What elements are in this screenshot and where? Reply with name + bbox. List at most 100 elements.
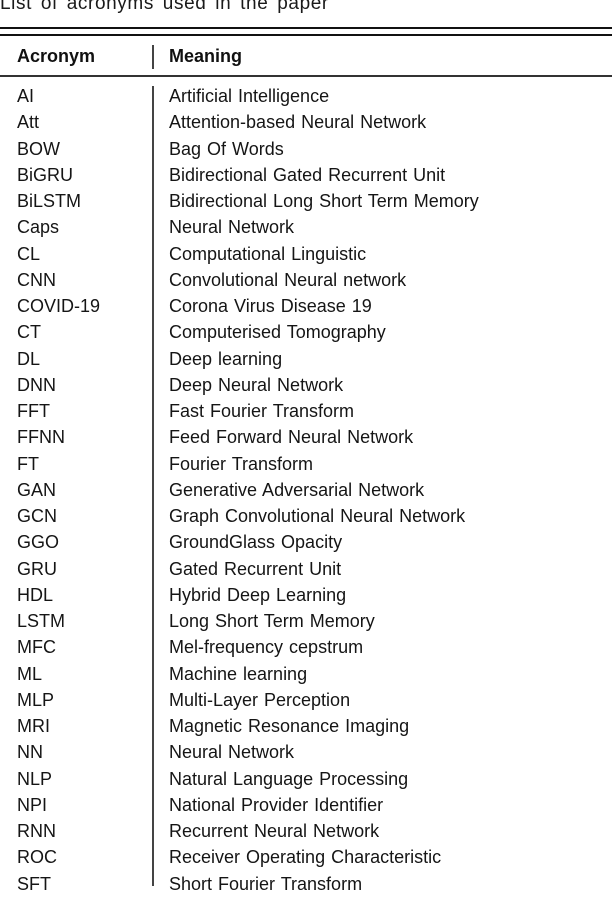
acronym-cell: FFNN [17, 427, 65, 448]
meaning-cell: Feed Forward Neural Network [169, 427, 414, 448]
table-row: FFT Fast Fourier Transform [0, 400, 612, 426]
table-row: CNN Convolutional Neural network [0, 269, 612, 295]
meaning-cell: Hybrid Deep Learning [169, 584, 347, 605]
acronym-cell: DL [17, 348, 41, 369]
table-row: CT Computerised Tomography [0, 321, 612, 347]
acronym-cell: GGO [17, 532, 60, 553]
acronym-cell: COVID-19 [17, 296, 101, 316]
table-row: ML Machine learning [0, 663, 612, 689]
table-row: MRI Magnetic Resonance Imaging [0, 715, 612, 741]
meaning-cell: Convolutional Neural network [169, 269, 407, 290]
meaning-cell: Bag Of Words [169, 138, 284, 159]
meaning-cell: Bidirectional Gated Recurrent Unit [169, 164, 446, 185]
acronym-cell: DNN [17, 374, 56, 395]
table-row: COVID-19 Corona Virus Disease 19 [0, 295, 612, 321]
header-bottom-rule [0, 75, 612, 77]
table-row: GAN Generative Adversarial Network [0, 479, 612, 505]
table-row: CL Computational Linguistic [0, 243, 612, 269]
meaning-cell: Bidirectional Long Short Term Memory [169, 191, 479, 211]
header-acronym: Acronym [17, 46, 96, 66]
table-row: HDL Hybrid Deep Learning [0, 584, 612, 610]
meaning-cell: Generative Adversarial Network [169, 479, 425, 500]
table-row: NN Neural Network [0, 741, 612, 767]
meaning-cell: Neural Network [169, 742, 295, 763]
acronym-cell: CL [17, 243, 41, 264]
acronym-cell: GRU [17, 558, 57, 579]
meaning-cell: Recurrent Neural Network [169, 821, 380, 841]
table-row: DNN Deep Neural Network [0, 374, 612, 400]
acronym-cell: RNN [17, 821, 56, 841]
table-row: NLP Natural Language Processing [0, 768, 612, 794]
acronym-cell: NLP [17, 768, 53, 789]
acronym-cell: LSTM [17, 611, 66, 631]
acronym-cell: MFC [17, 637, 56, 658]
meaning-cell: Multi-Layer Perception [169, 689, 351, 710]
meaning-cell: Gated Recurrent Unit [169, 558, 342, 579]
meaning-cell: Graph Convolutional Neural Network [169, 506, 466, 526]
acronym-cell: FFT [17, 401, 50, 421]
table-row: FT Fourier Transform [0, 453, 612, 479]
acronym-cell: MLP [17, 689, 55, 710]
table-header-row: Acronym Meaning [0, 36, 612, 75]
acronym-cell: SFT [17, 873, 51, 894]
acronym-cell: MRI [17, 716, 50, 736]
acronym-cell: GAN [17, 479, 57, 500]
table-row: BOW Bag Of Words [0, 138, 612, 164]
meaning-cell: Corona Virus Disease 19 [169, 296, 372, 316]
table-row: SFT Short Fourier Transform [0, 873, 612, 899]
meaning-cell: Deep learning [169, 348, 283, 369]
acronym-cell: AI [17, 86, 35, 106]
meaning-cell: Deep Neural Network [169, 374, 344, 395]
acronym-cell: BiLSTM [17, 191, 82, 211]
table-caption: List of acronyms used in the paper [0, 0, 329, 14]
acronym-cell: Att [17, 112, 40, 133]
table-row: BiGRU Bidirectional Gated Recurrent Unit [0, 164, 612, 190]
table-row: AI Artificial Intelligence [0, 85, 612, 111]
acronym-cell: NPI [17, 794, 48, 815]
acronym-cell: CT [17, 322, 41, 343]
table-row: MFC Mel-frequency cepstrum [0, 636, 612, 662]
table-row: MLP Multi-Layer Perception [0, 689, 612, 715]
meaning-cell: Neural Network [169, 217, 295, 238]
table-row: LSTM Long Short Term Memory [0, 610, 612, 636]
header-meaning: Meaning [169, 46, 243, 66]
meaning-cell: Fourier Transform [169, 453, 314, 474]
acronym-cell: ML [17, 663, 43, 684]
acronym-cell: Caps [17, 217, 60, 238]
table-row: DL Deep learning [0, 348, 612, 374]
meaning-cell: Long Short Term Memory [169, 611, 375, 631]
acronym-cell: GCN [17, 506, 57, 526]
acronym-cell: FT [17, 453, 39, 474]
meaning-cell: Machine learning [169, 663, 308, 684]
meaning-cell: Fast Fourier Transform [169, 401, 355, 421]
table-row: BiLSTM Bidirectional Long Short Term Memo… [0, 190, 612, 216]
meaning-cell: Attention-based Neural Network [169, 112, 427, 133]
acronym-cell: CNN [17, 269, 56, 290]
header-column-divider [152, 45, 154, 69]
acronym-cell: BOW [17, 138, 60, 159]
acronym-cell: ROC [17, 847, 57, 868]
table-row: RNN Recurrent Neural Network [0, 820, 612, 846]
table-row: GCN Graph Convolutional Neural Network [0, 505, 612, 531]
meaning-cell: Computational Linguistic [169, 243, 367, 264]
meaning-cell: Mel-frequency cepstrum [169, 637, 364, 658]
top-rule-outer [0, 27, 612, 29]
table-row: Caps Neural Network [0, 216, 612, 242]
table-row: NPI National Provider Identifier [0, 794, 612, 820]
acronym-cell: HDL [17, 584, 54, 605]
table-body: AI Artificial Intelligence Att Attention-ba… [0, 85, 612, 899]
acronym-cell: BiGRU [17, 164, 74, 185]
table-row: GGO GroundGlass Opacity [0, 531, 612, 557]
meaning-cell: National Provider Identifier [169, 794, 384, 815]
meaning-cell: Artificial Intelligence [169, 86, 330, 106]
table-row: Att Attention-based Neural Network [0, 111, 612, 137]
meaning-cell: Receiver Operating Characteristic [169, 847, 442, 868]
table-row: ROC Receiver Operating Characteristic [0, 846, 612, 872]
meaning-cell: GroundGlass Opacity [169, 532, 343, 553]
table-row: FFNN Feed Forward Neural Network [0, 426, 612, 452]
table-row: GRU Gated Recurrent Unit [0, 558, 612, 584]
meaning-cell: Computerised Tomography [169, 322, 386, 343]
acronym-cell: NN [17, 742, 43, 763]
meaning-cell: Short Fourier Transform [169, 873, 363, 894]
meaning-cell: Magnetic Resonance Imaging [169, 716, 410, 736]
